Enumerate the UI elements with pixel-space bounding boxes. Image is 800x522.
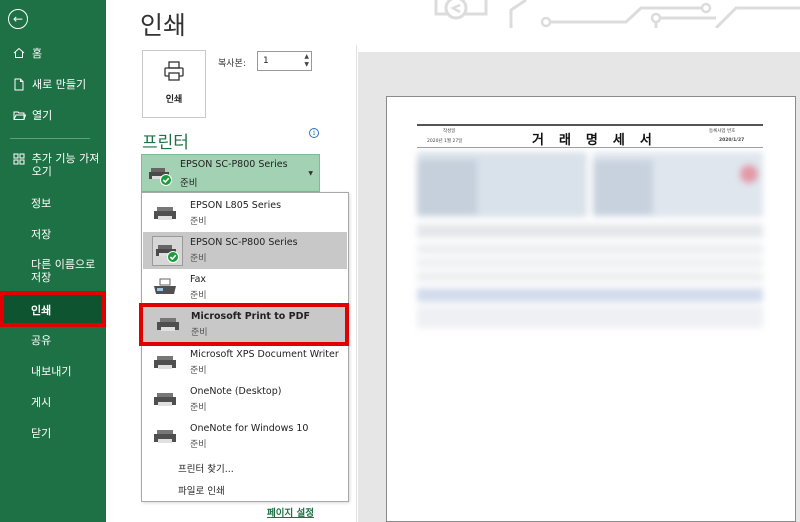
copies-value: 1 <box>263 56 269 66</box>
sidebar-item-label: 열기 <box>32 109 53 122</box>
folder-open-icon <box>12 108 26 122</box>
printer-option[interactable]: Microsoft XPS Document Writer 준비 <box>143 344 347 381</box>
copies-label: 복사본: <box>218 59 246 69</box>
printer-option[interactable]: EPSON SC-P800 Series 준비 <box>143 232 347 269</box>
printer-icon <box>163 60 185 86</box>
add-ins-icon <box>12 152 26 166</box>
printer-list: EPSON L805 Series 준비 EPSON SC-P800 Serie… <box>139 192 349 502</box>
print-pane: 인쇄 인쇄 복사본: 1 ▲ ▼ 프린터 i EPSON SC-P800 Ser… <box>106 0 800 522</box>
sidebar-item-label: 게시 <box>31 396 52 409</box>
sidebar-item-save-as[interactable]: 다른 이름으로 저장 <box>0 258 106 286</box>
sidebar-item-label: 인쇄 <box>31 304 52 317</box>
sidebar-item-home[interactable]: 홈 <box>0 45 106 61</box>
sidebar-item-label: 저장 <box>31 228 52 241</box>
sidebar-item-export[interactable]: 내보내기 <box>0 363 106 379</box>
selected-printer-name: EPSON SC-P800 Series <box>180 159 288 170</box>
sidebar-divider <box>10 138 90 139</box>
home-icon <box>12 46 26 60</box>
date-value: 2020년 1월 27일 <box>427 139 463 144</box>
printer-option-name: Microsoft XPS Document Writer <box>190 349 339 360</box>
sidebar-item-new[interactable]: 새로 만들기 <box>0 76 106 92</box>
printer-icon <box>153 427 179 451</box>
sidebar-item-info[interactable]: 정보 <box>0 195 106 211</box>
sidebar-item-label: 정보 <box>31 197 52 210</box>
selected-printer-status: 준비 <box>180 178 198 189</box>
sidebar-item-get-addins[interactable]: 추가 기능 가져오기 <box>0 152 106 180</box>
printer-option[interactable]: Fax 준비 <box>143 269 347 306</box>
document-title: 거래명세서 <box>532 133 667 148</box>
pane-divider <box>356 45 357 522</box>
spin-arrows-icon[interactable]: ▲ ▼ <box>304 53 309 69</box>
preview-page: 작성일 2020년 1월 27일 거래명세서 등록사업 번호 2020/1/27 <box>386 96 796 522</box>
document-header: 작성일 2020년 1월 27일 거래명세서 등록사업 번호 2020/1/27 <box>417 124 763 148</box>
printer-icon <box>153 204 179 228</box>
blurred-document-body <box>417 152 763 328</box>
date-label: 작성일 <box>443 129 456 134</box>
sidebar-item-label: 추가 기능 가져오기 <box>31 152 100 178</box>
new-file-icon <box>12 77 26 91</box>
printer-default-icon <box>152 236 183 266</box>
printer-option-status: 준비 <box>190 403 207 413</box>
printer-option-status: 준비 <box>190 217 207 227</box>
printer-option[interactable]: OneNote for Windows 10 준비 <box>143 418 347 455</box>
printer-icon <box>156 315 182 339</box>
backstage-sidebar: ← 홈 새로 만들기 열기 추가 기능 가져오기 정보 저장 다른 이름으로 저… <box>0 0 106 522</box>
printer-option-name: OneNote (Desktop) <box>190 386 282 397</box>
printer-icon <box>153 353 179 377</box>
copies-stepper[interactable]: 1 ▲ ▼ <box>257 51 312 71</box>
find-printer-link[interactable]: 프린터 찾기... <box>178 461 234 475</box>
chevron-down-icon: ▼ <box>308 170 313 177</box>
sidebar-item-save[interactable]: 저장 <box>0 226 106 242</box>
page-setup-link[interactable]: 페이지 설정 <box>267 505 314 519</box>
print-button[interactable]: 인쇄 <box>142 50 206 118</box>
printer-option-name: OneNote for Windows 10 <box>190 423 309 434</box>
printer-option-highlighted[interactable]: Microsoft Print to PDF 준비 <box>139 303 349 346</box>
sidebar-item-label: 홈 <box>32 47 43 60</box>
sidebar-item-label: 내보내기 <box>31 365 72 378</box>
sidebar-item-label: 공유 <box>31 334 52 347</box>
back-arrow-icon[interactable]: ← <box>8 9 28 29</box>
printer-dropdown[interactable]: EPSON SC-P800 Series 준비 ▼ <box>141 154 320 192</box>
print-to-file-option[interactable]: 파일로 인쇄 <box>178 483 225 497</box>
printer-option-status: 준비 <box>190 291 207 301</box>
printer-option-status: 준비 <box>190 440 207 450</box>
sidebar-item-publish[interactable]: 게시 <box>0 394 106 410</box>
printer-option-name: EPSON SC-P800 Series <box>190 237 298 248</box>
sidebar-item-close[interactable]: 닫기 <box>0 425 106 441</box>
info-icon[interactable]: i <box>309 128 319 138</box>
printer-default-icon <box>148 164 174 190</box>
registration-value: 2020/1/27 <box>719 138 745 143</box>
sidebar-item-label: 다른 이름으로 저장 <box>31 258 96 284</box>
printer-option-status: 준비 <box>190 254 207 264</box>
sidebar-item-label: 새로 만들기 <box>32 78 87 91</box>
printer-option[interactable]: EPSON L805 Series 준비 <box>143 195 347 232</box>
printer-option[interactable]: OneNote (Desktop) 준비 <box>143 381 347 418</box>
sidebar-item-open[interactable]: 열기 <box>0 107 106 123</box>
print-preview: 작성일 2020년 1월 27일 거래명세서 등록사업 번호 2020/1/27 <box>358 52 800 522</box>
printer-option-name: Fax <box>190 274 207 285</box>
registration-label: 등록사업 번호 <box>709 129 736 134</box>
sidebar-item-print[interactable]: 인쇄 <box>0 291 106 327</box>
printer-icon <box>153 390 179 414</box>
printer-option-status: 준비 <box>190 366 207 376</box>
sidebar-item-share[interactable]: 공유 <box>0 332 106 348</box>
sidebar-item-label: 닫기 <box>31 427 52 440</box>
print-button-label: 인쇄 <box>165 95 183 105</box>
printer-section-title: 프린터 <box>142 133 189 153</box>
fax-icon <box>153 278 179 302</box>
printer-option-name: EPSON L805 Series <box>190 200 282 211</box>
printer-option-status: 준비 <box>191 328 208 338</box>
circuit-decoration <box>434 0 800 28</box>
printer-option-name: Microsoft Print to PDF <box>191 311 310 322</box>
page-title: 인쇄 <box>140 11 187 40</box>
